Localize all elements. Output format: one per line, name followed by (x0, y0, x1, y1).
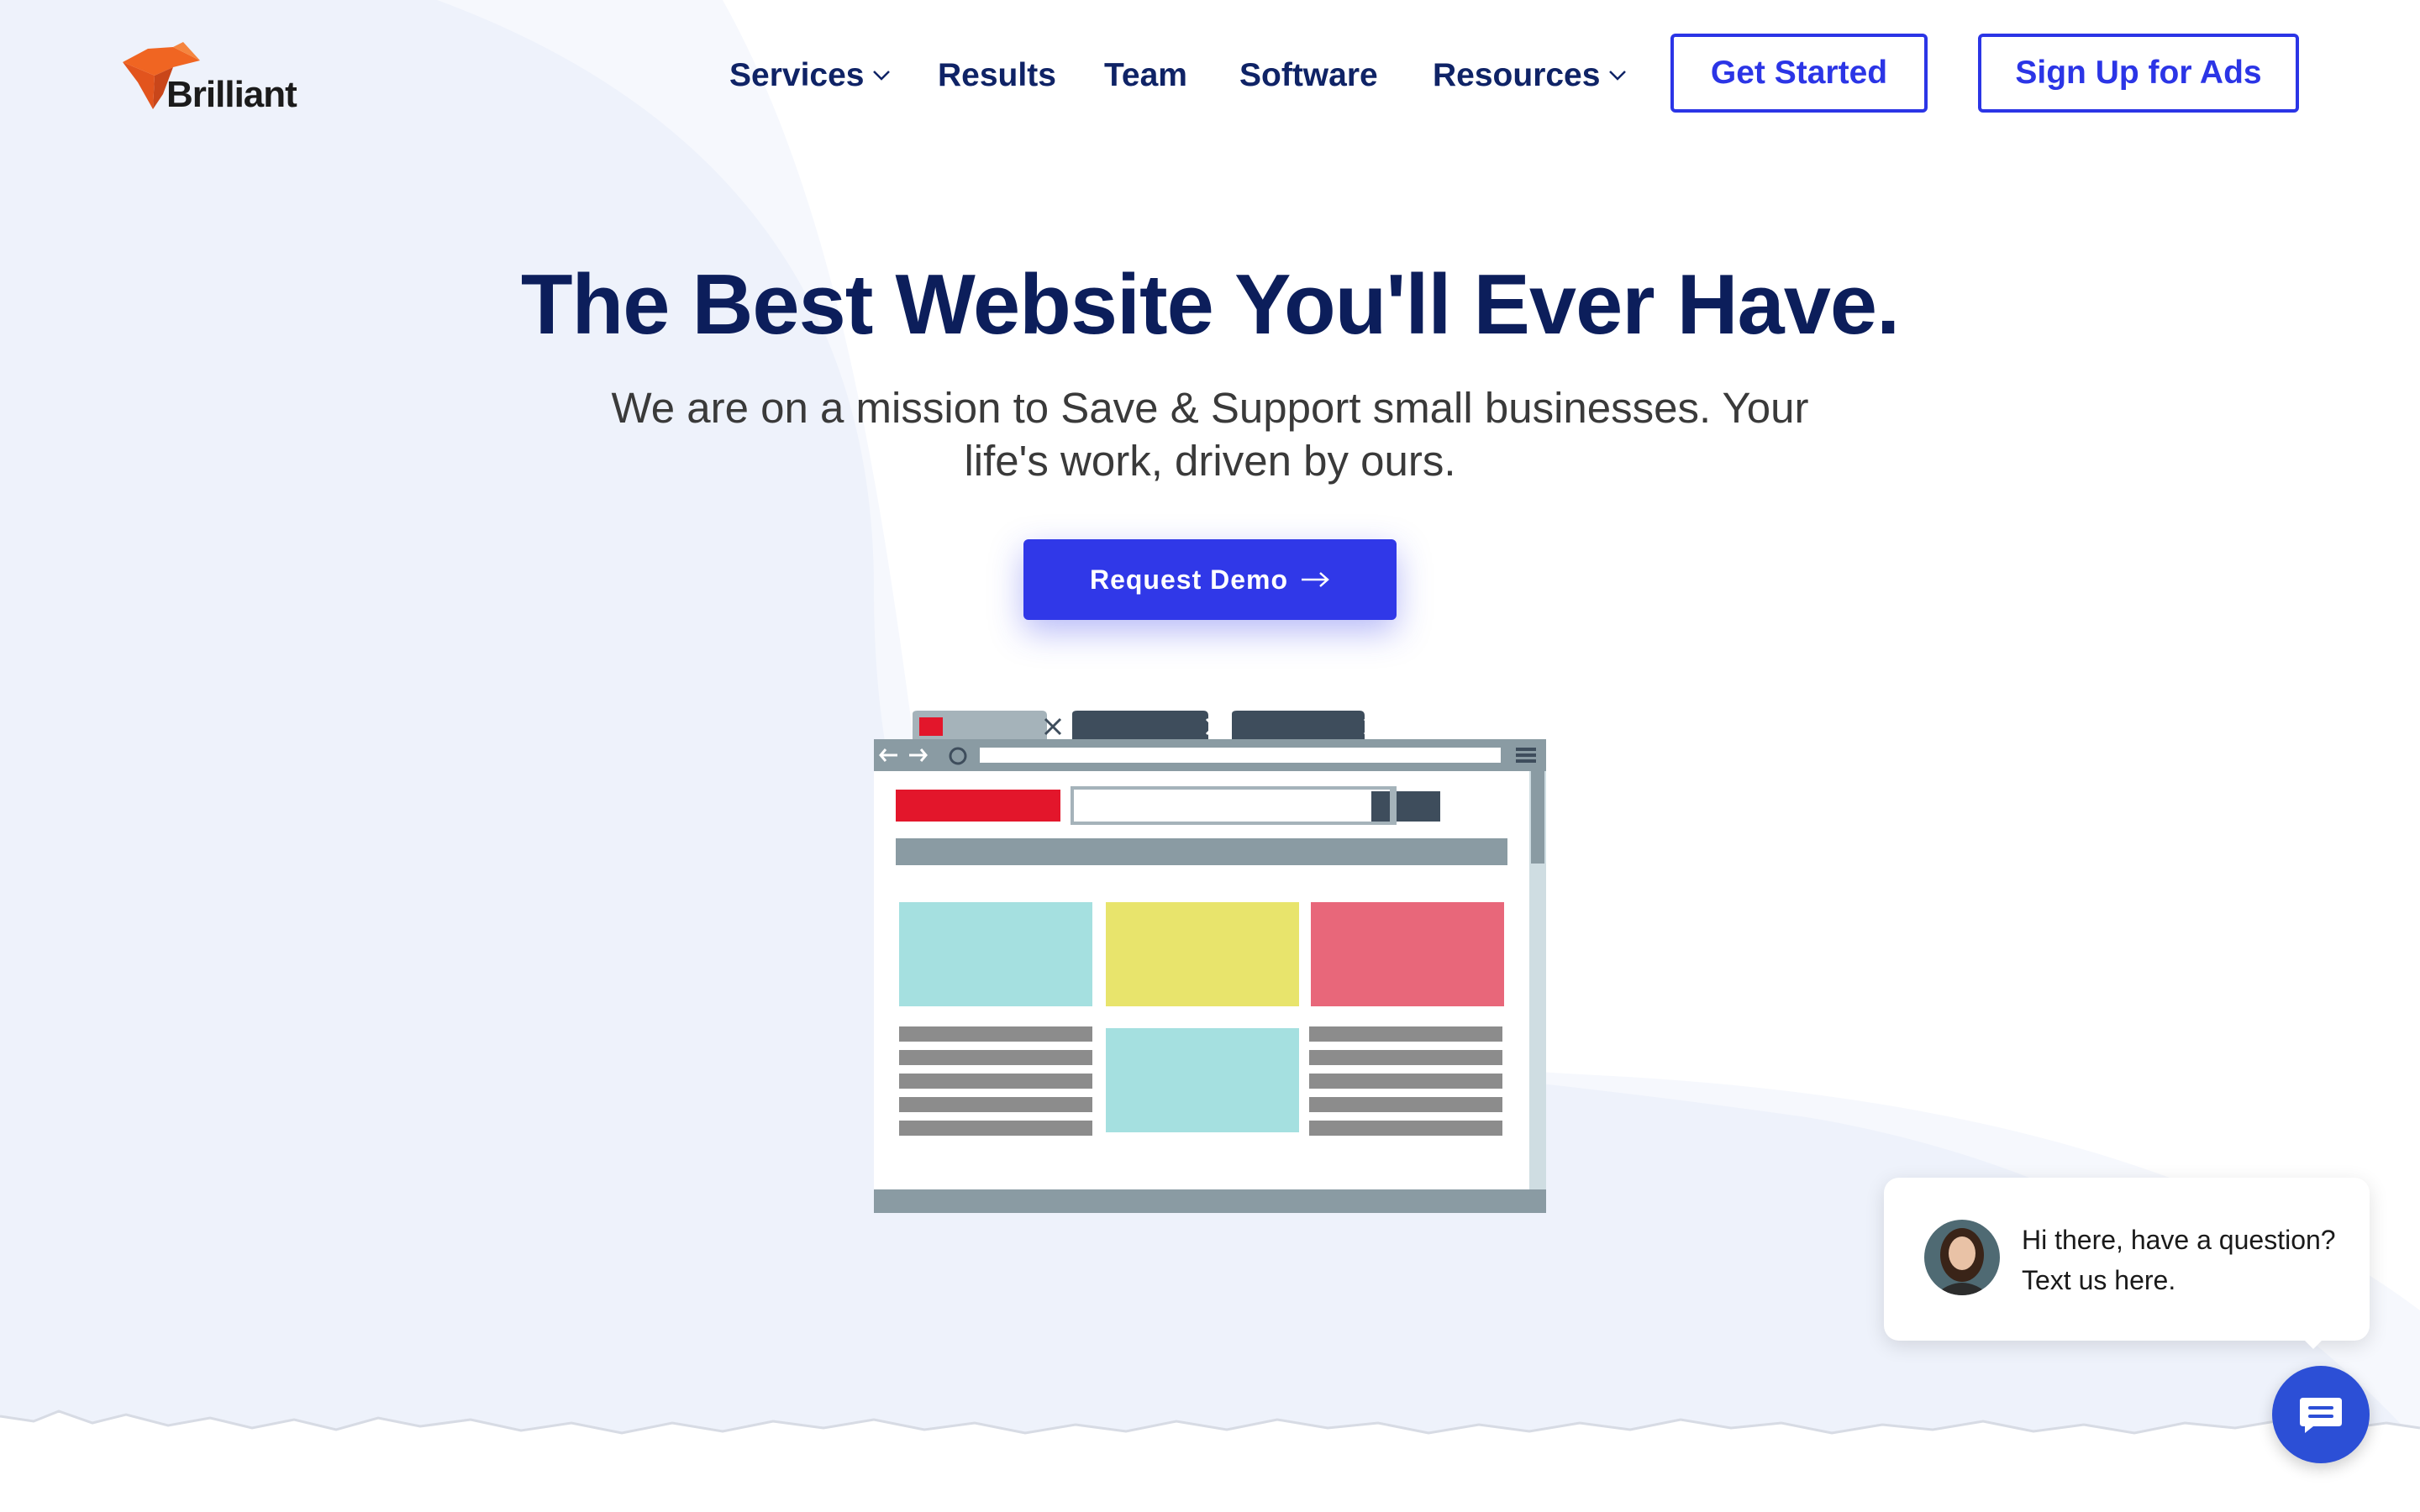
chat-message: Hi there, have a question? Text us here. (2022, 1225, 2336, 1295)
nav-results[interactable]: Results (938, 57, 1056, 94)
nav-resources-label: Resources (1433, 57, 1601, 93)
chat-popup-tail (2298, 1334, 2328, 1349)
nav-resources[interactable]: Resources (1433, 57, 1627, 94)
nav-services[interactable]: Services (729, 57, 891, 94)
avatar-portrait-icon (1924, 1220, 2000, 1295)
website-illustration (874, 711, 1546, 1213)
chat-icon (2300, 1398, 2342, 1433)
hero-subtitle: We are on a mission to Save & Support sm… (611, 384, 1809, 485)
nav-results-label: Results (938, 57, 1056, 93)
nav-software[interactable]: Software (1239, 57, 1378, 94)
hero-title: The Best Website You'll Ever Have. (520, 258, 1900, 352)
nav-team-label: Team (1104, 57, 1187, 93)
chevron-down-icon (1609, 71, 1627, 81)
brand-logo[interactable]: Brilliant (123, 42, 297, 118)
chevron-down-icon (873, 71, 891, 81)
nav-software-label: Software (1239, 57, 1378, 93)
agent-avatar (1924, 1220, 2000, 1295)
chat-launcher-button[interactable] (2272, 1366, 2370, 1463)
brand-name: Brilliant (166, 74, 297, 115)
request-demo-button[interactable]: Request Demo (1023, 539, 1397, 620)
request-demo-label: Request Demo (1089, 564, 1289, 595)
sign-up-ads-button[interactable]: Sign Up for Ads (1978, 34, 2299, 113)
get-started-button[interactable]: Get Started (1670, 34, 1928, 113)
nav-services-label: Services (729, 57, 865, 93)
arrow-right-icon (1302, 572, 1329, 587)
nav-team[interactable]: Team (1104, 57, 1187, 94)
chat-popup[interactable]: Hi there, have a question? Text us here. (1884, 1178, 2370, 1341)
